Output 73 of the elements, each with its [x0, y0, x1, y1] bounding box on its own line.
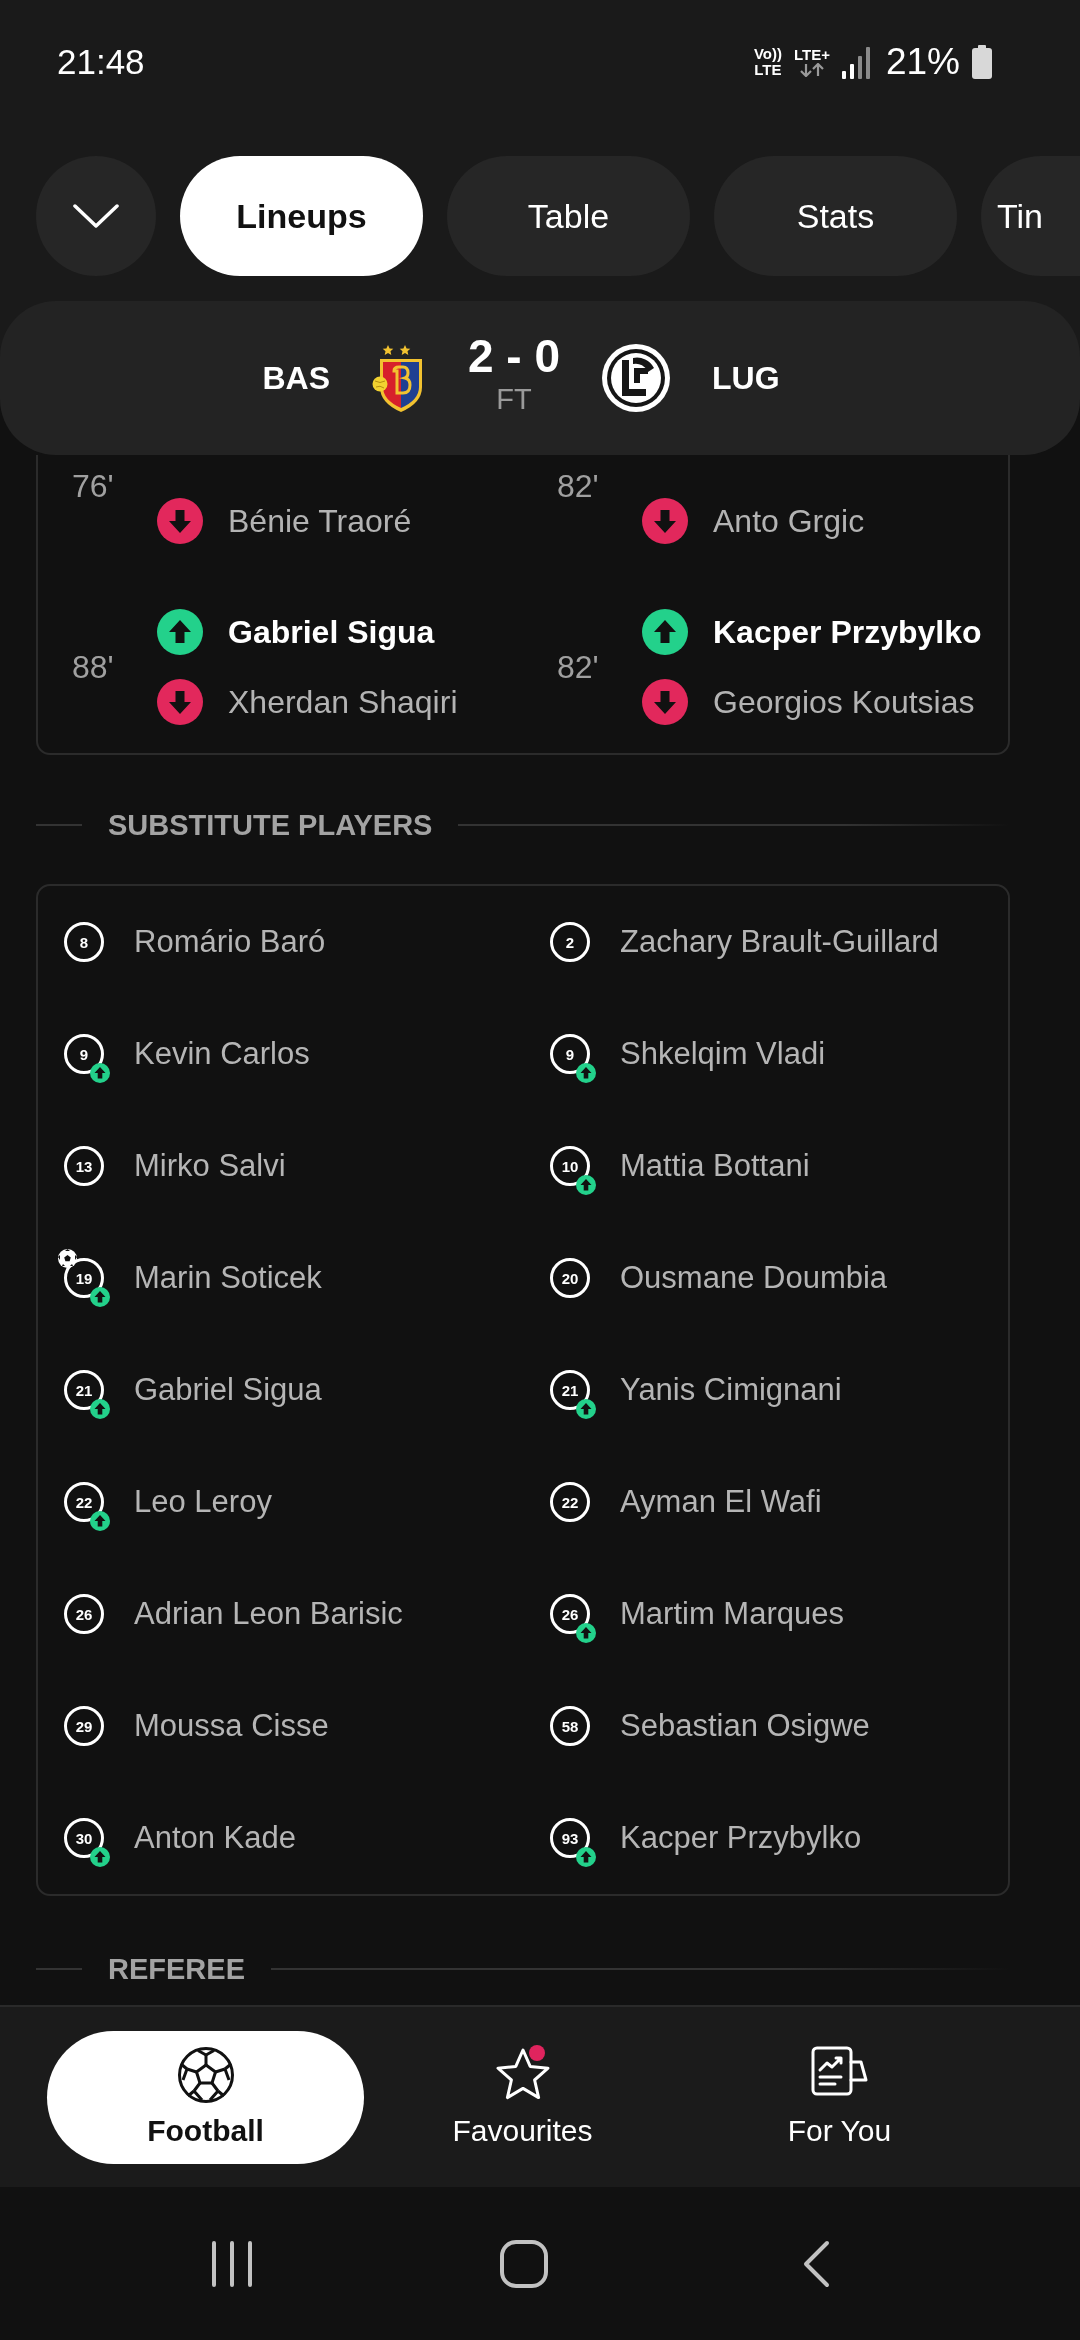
battery-percent: 21% [885, 41, 960, 83]
tab[interactable]: Table [447, 156, 690, 276]
back-button[interactable] [802, 2239, 830, 2288]
shirt-number: 29 [64, 1706, 104, 1746]
back-icon [802, 2239, 830, 2288]
tab[interactable]: Tin [981, 156, 1080, 276]
player-name: Ousmane Doumbia [620, 1260, 888, 1296]
substitution-minute: 76' [72, 467, 115, 506]
player-name: Anton Kade [134, 1820, 297, 1856]
football-icon [176, 2046, 235, 2104]
player-name: Gabriel Sigua [134, 1372, 322, 1408]
substitution-out-icon [642, 679, 688, 725]
circle-crest-icon [602, 344, 671, 412]
shirt-number: 26 [64, 1594, 104, 1634]
player-name: Marin Soticek [134, 1260, 322, 1296]
match-status: FT [496, 382, 532, 417]
player-name: Ayman El Wafi [620, 1484, 822, 1520]
tab[interactable]: Lineups [180, 156, 423, 276]
player-name: Moussa Cisse [134, 1708, 329, 1744]
player-name: Mattia Bottani [620, 1148, 810, 1184]
player-name: Gabriel Sigua [228, 613, 435, 651]
player-name: Leo Leroy [134, 1484, 272, 1520]
shirt-number: 58 [550, 1706, 590, 1746]
substitution-minute: 82' [557, 648, 600, 687]
substitution-out-icon [157, 498, 203, 544]
shirt-number: 13 [64, 1146, 104, 1186]
recent-apps-icon [210, 2240, 254, 2287]
nav-tab[interactable]: Favourites [364, 2030, 681, 2164]
status-time: 21:48 [57, 42, 145, 82]
player-name: Shkelqim Vladi [620, 1036, 826, 1072]
data-arrows-icon [798, 63, 825, 77]
player-name: Sebastian Osigwe [620, 1708, 870, 1744]
nav-tab[interactable]: For You [681, 2030, 998, 2164]
section-heading: SUBSTITUTE PLAYERS [108, 808, 433, 842]
shirt-number: 22 [550, 1482, 590, 1522]
player-name: Georgios Koutsias [713, 683, 975, 721]
battery-icon [972, 45, 992, 79]
tab[interactable]: Stats [714, 156, 957, 276]
nav-tab[interactable]: Football [47, 2030, 364, 2164]
player-name: Anto Grgic [713, 502, 865, 540]
player-name: Kacper Przybylko [713, 613, 982, 651]
section-heading: REFEREE [108, 1952, 245, 1986]
news-chart-icon [810, 2046, 869, 2096]
match-score: 2 - 0 [468, 331, 561, 381]
shirt-number: 20 [550, 1258, 590, 1298]
shirt-number: 2 [550, 922, 590, 962]
chevron-down-icon [73, 204, 119, 228]
player-name: Mirko Salvi [134, 1148, 286, 1184]
network-label: LTE [754, 62, 782, 78]
substitution-out-icon [642, 498, 688, 544]
player-name: Romário Baró [134, 924, 326, 960]
substitution-minute: 88' [72, 648, 115, 687]
player-name: Kacper Przybylko [620, 1820, 862, 1856]
home-icon [500, 2239, 548, 2288]
shirt-number: 8 [64, 922, 104, 962]
player-name: Zachary Brault-Guillard [620, 924, 939, 960]
substitution-in-icon [157, 609, 203, 655]
substitution-minute: 82' [557, 467, 600, 506]
network-label: Vo)) [753, 46, 782, 62]
player-name: Adrian Leon Barisic [134, 1596, 403, 1632]
home-button[interactable] [500, 2239, 548, 2288]
player-name: Yanis Cimignani [620, 1372, 842, 1408]
substitution-in-icon [642, 609, 688, 655]
player-name: Martim Marques [620, 1596, 844, 1632]
team-code: LUG [712, 359, 780, 397]
substitution-out-icon [157, 679, 203, 725]
signal-icon [841, 45, 870, 79]
network-label: LTE+ [793, 47, 830, 63]
player-name: Xherdan Shaqiri [228, 683, 458, 721]
team-code: BAS [262, 359, 330, 397]
player-name: Bénie Traoré [228, 502, 412, 540]
player-name: Kevin Carlos [134, 1036, 310, 1072]
recent-apps-button[interactable] [210, 2240, 254, 2287]
